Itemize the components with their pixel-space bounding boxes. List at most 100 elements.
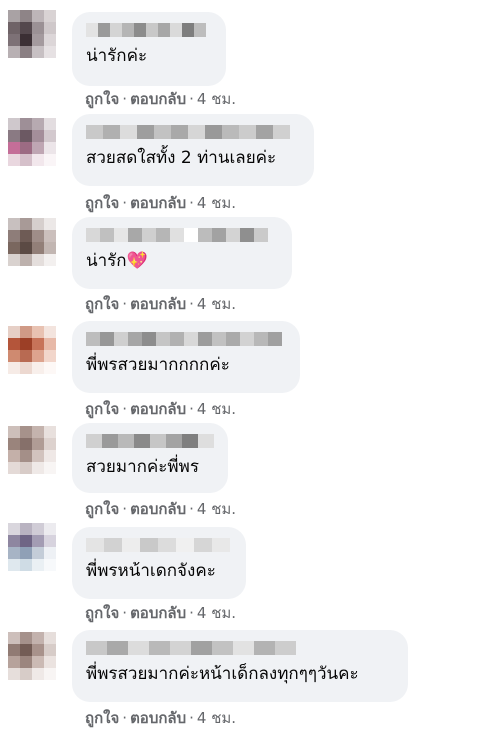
avatar-pixel xyxy=(20,535,32,547)
timestamp-link[interactable]: 4 ชม. xyxy=(197,604,236,622)
avatar-pixel xyxy=(32,656,44,668)
comment-bubble: น่ารัก💖 xyxy=(72,217,292,289)
name-blur-block xyxy=(240,332,254,346)
avatar[interactable] xyxy=(8,118,56,166)
comment-bubble: สวยสดใสทั้ง 2 ท่านเลยค่ะ xyxy=(72,114,314,186)
timestamp-link[interactable]: 4 ชม. xyxy=(197,295,236,313)
name-blur-block xyxy=(86,23,98,37)
avatar-pixel xyxy=(8,438,20,450)
like-link[interactable]: ถูกใจ xyxy=(85,90,119,108)
avatar-pixel xyxy=(8,462,20,474)
commenter-name-blurred[interactable] xyxy=(86,228,278,242)
reply-link[interactable]: ตอบกลับ xyxy=(130,709,186,727)
avatar-pixel xyxy=(8,535,20,547)
comment-bubble: สวยมากค่ะพี่พร xyxy=(72,423,228,493)
like-link[interactable]: ถูกใจ xyxy=(85,295,119,313)
avatar-pixel xyxy=(32,22,44,34)
separator-dot: · xyxy=(122,295,128,313)
avatar-pixel xyxy=(20,230,32,242)
avatar-pixel xyxy=(44,254,56,266)
avatar[interactable] xyxy=(8,523,56,571)
avatar-pixel xyxy=(44,130,56,142)
avatar[interactable] xyxy=(8,326,56,374)
name-blur-block xyxy=(170,332,184,346)
avatar-pixel xyxy=(20,559,32,571)
timestamp-link[interactable]: 4 ชม. xyxy=(197,400,236,418)
commenter-name-blurred[interactable] xyxy=(86,641,394,655)
name-blur-block xyxy=(140,538,158,552)
comment-actions: ถูกใจ · ตอบกลับ · 4 ชม. xyxy=(85,601,236,625)
name-blur-block xyxy=(256,125,273,139)
reply-link[interactable]: ตอบกลับ xyxy=(130,90,186,108)
avatar-pixel xyxy=(44,559,56,571)
commenter-name-blurred[interactable] xyxy=(86,434,214,448)
timestamp-link[interactable]: 4 ชม. xyxy=(197,194,236,212)
name-blur-block xyxy=(212,332,226,346)
name-blur-block xyxy=(100,332,114,346)
name-blur-block xyxy=(176,538,194,552)
comment-actions: ถูกใจ · ตอบกลับ · 4 ชม. xyxy=(85,292,236,316)
reply-link[interactable]: ตอบกลับ xyxy=(130,295,186,313)
name-blur-block xyxy=(98,23,110,37)
like-link[interactable]: ถูกใจ xyxy=(85,604,119,622)
name-blur-block xyxy=(184,228,198,242)
avatar-pixel xyxy=(8,34,20,46)
comment-text-content: น่ารักค่ะ xyxy=(86,46,148,66)
name-blur-block xyxy=(212,538,230,552)
reply-link[interactable]: ตอบกลับ xyxy=(130,500,186,518)
comment-text: น่ารักค่ะ xyxy=(86,45,212,67)
avatar-pixel xyxy=(8,426,20,438)
name-blur-block xyxy=(254,641,275,655)
avatar-pixel xyxy=(44,242,56,254)
separator-dot: · xyxy=(122,500,128,518)
name-blur-block xyxy=(182,434,198,448)
name-blur-block xyxy=(142,332,156,346)
avatar-pixel xyxy=(32,242,44,254)
reply-link[interactable]: ตอบกลับ xyxy=(130,400,186,418)
avatar[interactable] xyxy=(8,426,56,474)
avatar-pixel xyxy=(32,338,44,350)
avatar-pixel xyxy=(20,668,32,680)
like-link[interactable]: ถูกใจ xyxy=(85,500,119,518)
avatar-pixel xyxy=(20,34,32,46)
avatar-pixel xyxy=(44,426,56,438)
avatar-pixel xyxy=(8,118,20,130)
comment-text-content: น่ารัก xyxy=(86,251,127,271)
comment-actions: ถูกใจ · ตอบกลับ · 4 ชม. xyxy=(85,87,236,111)
commenter-name-blurred[interactable] xyxy=(86,23,212,37)
reply-link[interactable]: ตอบกลับ xyxy=(130,194,186,212)
name-blur-block xyxy=(170,228,184,242)
name-blur-block xyxy=(184,332,198,346)
timestamp-link[interactable]: 4 ชม. xyxy=(197,90,236,108)
name-blur-block xyxy=(86,228,100,242)
like-link[interactable]: ถูกใจ xyxy=(85,400,119,418)
like-link[interactable]: ถูกใจ xyxy=(85,709,119,727)
avatar-pixel xyxy=(44,338,56,350)
comment-actions: ถูกใจ · ตอบกลับ · 4 ชม. xyxy=(85,706,236,730)
timestamp-link[interactable]: 4 ชม. xyxy=(197,709,236,727)
avatar-pixel xyxy=(32,523,44,535)
avatar[interactable] xyxy=(8,632,56,680)
avatar-pixel xyxy=(44,362,56,374)
timestamp-link[interactable]: 4 ชม. xyxy=(197,500,236,518)
avatar-pixel xyxy=(8,230,20,242)
commenter-name-blurred[interactable] xyxy=(86,332,286,346)
commenter-name-blurred[interactable] xyxy=(86,538,232,552)
avatar-pixel xyxy=(20,632,32,644)
avatar-pixel xyxy=(32,559,44,571)
avatar-pixel xyxy=(20,362,32,374)
name-blur-block xyxy=(222,125,239,139)
comment-actions: ถูกใจ · ตอบกลับ · 4 ชม. xyxy=(85,191,236,215)
reply-link[interactable]: ตอบกลับ xyxy=(130,604,186,622)
separator-dot: · xyxy=(122,709,128,727)
avatar[interactable] xyxy=(8,218,56,266)
avatar-pixel xyxy=(20,254,32,266)
name-blur-block xyxy=(107,641,128,655)
avatar-pixel xyxy=(20,338,32,350)
avatar[interactable] xyxy=(8,10,56,58)
name-blur-block xyxy=(128,332,142,346)
like-link[interactable]: ถูกใจ xyxy=(85,194,119,212)
avatar-pixel xyxy=(32,462,44,474)
commenter-name-blurred[interactable] xyxy=(86,125,300,139)
name-blur-block xyxy=(114,228,128,242)
